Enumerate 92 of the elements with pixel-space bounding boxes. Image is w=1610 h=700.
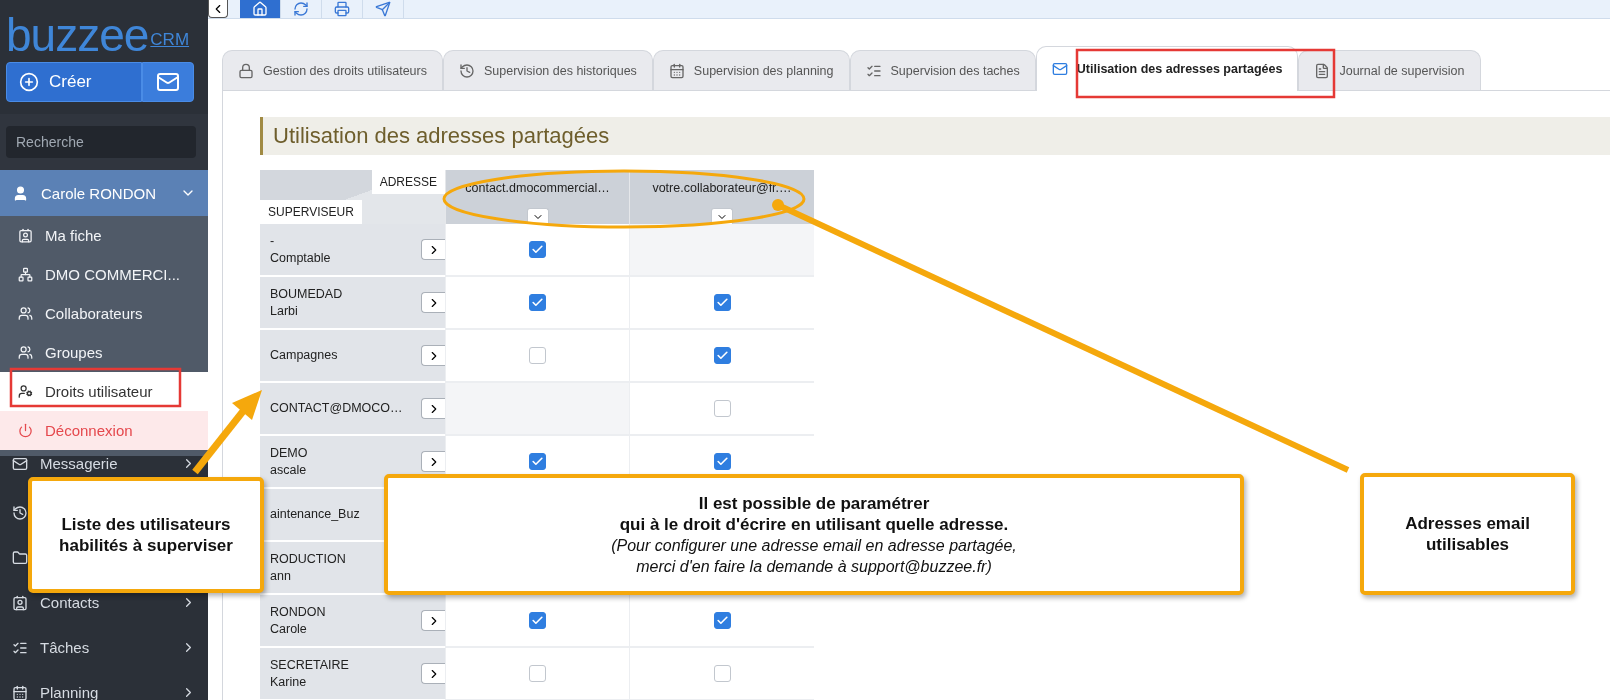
check-icon (715, 296, 729, 309)
open-row-button[interactable] (421, 292, 445, 313)
user-gear-icon (18, 384, 33, 399)
section-title: Utilisation des adresses partagées (260, 117, 1610, 155)
open-row-button[interactable] (421, 345, 445, 366)
folder-icon[interactable] (12, 549, 28, 566)
checkbox[interactable] (529, 347, 546, 364)
open-row-button[interactable] (421, 451, 445, 472)
network-icon (18, 267, 33, 282)
supervisor-name: - Comptable (270, 232, 331, 267)
callout-title: Il est possible de paramétrer qui à le droit d'écrire en utilisant quelle adresse. (619, 492, 1009, 535)
users-icon (18, 306, 33, 321)
checkbox[interactable] (713, 294, 731, 311)
lock-icon (238, 62, 254, 79)
checkbox[interactable] (529, 665, 546, 682)
tab[interactable]: Supervision des historiques (442, 50, 653, 90)
new-mail-button[interactable] (142, 62, 194, 102)
supervisor-name: SECRETAIRE Karine (270, 656, 349, 691)
check-icon (531, 243, 544, 256)
calendar-icon (668, 62, 685, 79)
history-icon[interactable] (12, 504, 28, 521)
supervisor-name: DEMO ascale (270, 444, 308, 479)
send-icon (375, 1, 391, 17)
home-button[interactable] (240, 0, 281, 18)
plus-icon (19, 72, 39, 92)
menu-item[interactable]: Droits utilisateur (0, 372, 208, 411)
column-toggle-button[interactable] (526, 208, 549, 224)
checkbox[interactable] (713, 347, 731, 364)
row-axis-label: SUPERVISEUR (260, 200, 362, 224)
check-icon (531, 614, 544, 627)
supervisor-name: RODUCTION ann (270, 550, 346, 585)
column-title: contact.dmocommercial… (465, 181, 610, 195)
supervisor-name: aintenance_Buz (270, 506, 360, 523)
document-icon (1314, 62, 1331, 79)
refresh-icon (293, 1, 309, 17)
check-icon (531, 296, 544, 309)
power-icon (18, 423, 33, 438)
callout-title: Adresses email utilisables (1405, 513, 1530, 555)
callout-title: Liste des utilisateurs habilités à superviser (59, 514, 233, 556)
menu-item[interactable]: Collaborateurs (0, 294, 208, 333)
logo: buzzeeCRM (5, 8, 191, 58)
users-icon (18, 345, 33, 360)
column-axis-label: ADRESSE (371, 170, 445, 194)
checkbox[interactable] (713, 400, 731, 417)
create-button[interactable]: Créer (6, 62, 142, 102)
id-card-icon (18, 228, 33, 243)
tab[interactable]: Gestion des droits utilisateurs (222, 50, 443, 90)
nav-item[interactable]: Contacts (40, 593, 100, 611)
menu-item[interactable]: Groupes (0, 333, 208, 372)
mail-icon (156, 70, 180, 94)
open-row-button[interactable] (421, 398, 445, 419)
supervisor-name: RONDON Carole (270, 603, 326, 638)
tab[interactable]: Journal de supervision (1298, 50, 1481, 90)
checkbox[interactable] (713, 453, 731, 470)
supervisor-name: BOUMEDAD Larbi (270, 285, 343, 320)
nav-item[interactable]: Messagerie (40, 455, 118, 472)
tab[interactable]: Utilisation des adresses partagées (1035, 46, 1299, 91)
calendar-icon[interactable] (12, 684, 28, 700)
column-title: votre.collaborateur@fr.… (652, 181, 792, 195)
tab[interactable]: Supervision des planning (652, 50, 850, 90)
history-icon (458, 62, 475, 79)
open-row-button[interactable] (421, 239, 445, 260)
nav-item[interactable]: Tâches (40, 638, 90, 656)
check-icon (715, 455, 729, 468)
check-icon (531, 455, 544, 468)
checkbox[interactable] (713, 612, 731, 629)
home-icon (252, 1, 268, 17)
printer-icon (334, 1, 350, 17)
open-row-button[interactable] (421, 610, 445, 631)
checkbox[interactable] (713, 665, 731, 682)
mail-icon (1051, 61, 1068, 77)
checkbox[interactable] (529, 453, 546, 470)
collapse-sidebar-button[interactable] (208, 0, 228, 18)
contact-card-icon[interactable] (12, 594, 28, 611)
checkbox[interactable] (529, 294, 546, 311)
tab[interactable]: Supervision des taches (849, 50, 1036, 90)
supervisor-name: Campagnes (270, 347, 338, 364)
check-icon (715, 614, 729, 627)
checkbox[interactable] (529, 612, 546, 629)
callout-note: (Pour configurer une adresse email en adresse partagée, merci d'en faire la demande à support@buzzee.fr) (611, 535, 1017, 577)
supervisor-name: CONTACT@DMOCO… (270, 400, 403, 417)
open-row-button[interactable] (421, 663, 445, 684)
logout-item[interactable]: Déconnexion (0, 411, 208, 450)
search-box[interactable]: Recherche (6, 126, 196, 158)
menu-item[interactable]: Ma fiche (0, 216, 208, 255)
user-icon (12, 184, 29, 202)
check-icon (715, 349, 729, 362)
checkbox[interactable] (529, 241, 546, 258)
menu-item[interactable]: DMO COMMERCI... (0, 255, 208, 294)
nav-item[interactable]: Planning (40, 683, 99, 700)
user-menu-header[interactable]: Carole RONDON (0, 170, 208, 216)
mail-icon[interactable] (12, 456, 28, 472)
